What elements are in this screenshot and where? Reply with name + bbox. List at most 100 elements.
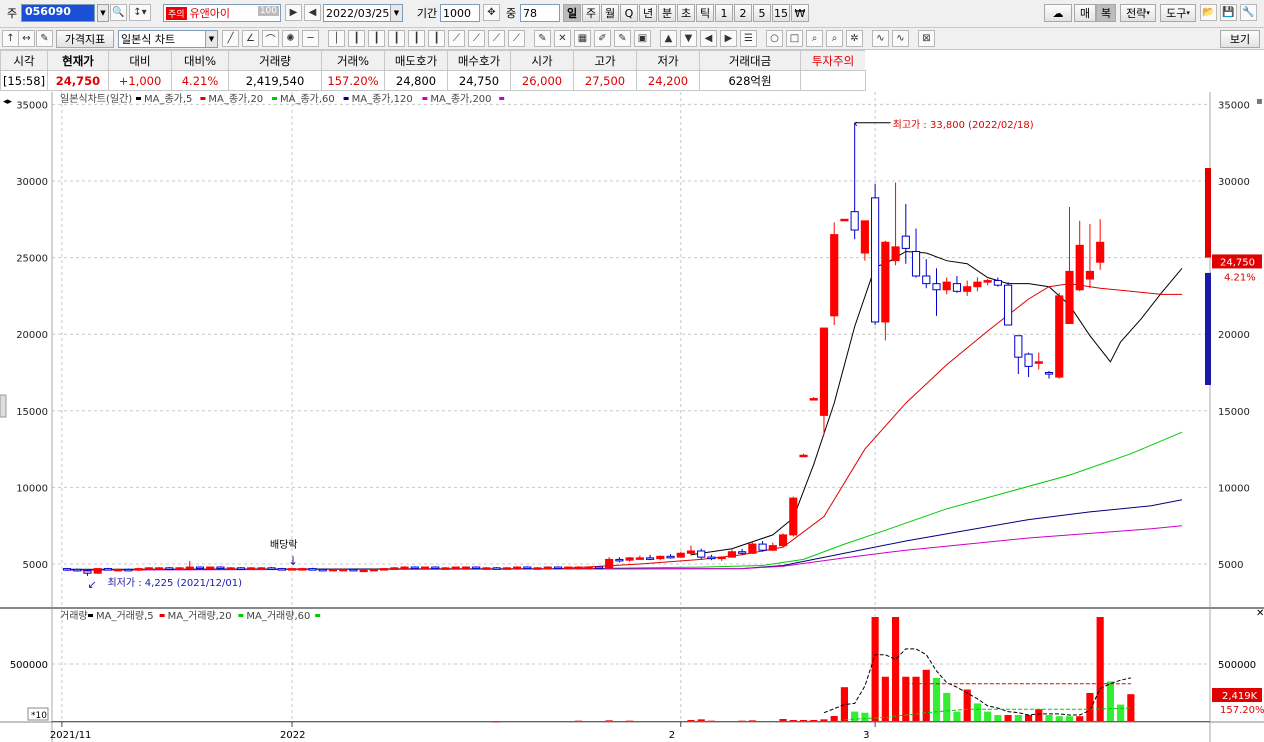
wave2-tool-icon[interactable]: ∿ (892, 30, 909, 47)
volume-bar (891, 617, 900, 722)
edit-icon[interactable]: ✎ (36, 30, 53, 47)
candle (390, 567, 399, 570)
close-volume-pane-icon[interactable]: ✕ (1256, 608, 1264, 619)
period-button-3[interactable]: Q (620, 4, 638, 22)
arrow-up-icon[interactable]: ↑ (2, 30, 19, 47)
candle-body (778, 534, 788, 547)
bars2-tool-icon[interactable]: ┃ (368, 30, 385, 47)
tools-button[interactable]: 도구 ▾ (1160, 4, 1196, 22)
view-button[interactable]: 보기 (1220, 30, 1260, 48)
period-input[interactable]: 1000 (440, 4, 480, 22)
stock-name-field[interactable]: 주의 유앤아이 100 (163, 4, 281, 22)
side-handle[interactable] (0, 394, 7, 418)
rb-bok-button[interactable]: 복 (1096, 4, 1116, 22)
candle (431, 566, 440, 570)
sort-dropdown-icon[interactable]: ↕▾ (129, 4, 151, 21)
period-button-9[interactable]: 2 (734, 4, 752, 22)
quote-value-1: 24,750 (47, 70, 109, 91)
volume-bar (871, 617, 879, 722)
period-button-11[interactable]: 15 (772, 4, 790, 22)
arc-tool-icon[interactable]: ⌒ (262, 30, 279, 47)
bars1-tool-icon[interactable]: ┃ (348, 30, 365, 47)
zoomout-tool-icon[interactable]: ⌕ (826, 30, 843, 47)
candle (451, 566, 460, 570)
pane-menu-icon[interactable]: ▪ (1256, 96, 1263, 107)
warn-badge: 주의 (166, 6, 187, 20)
candle-body (605, 558, 614, 569)
stock-chart[interactable]: 5000 500010000 1000015000 1500020000 2000025… (0, 92, 1264, 742)
bug-tool-icon[interactable]: ✲ (846, 30, 863, 47)
cross-tool-icon[interactable]: ✕ (554, 30, 571, 47)
folder-icon[interactable]: 📂 (1200, 4, 1217, 21)
left-tool-icon[interactable]: ◀ (700, 30, 717, 47)
code-combo[interactable]: 056090 ▼ (21, 4, 113, 22)
date-dropdown-icon[interactable]: ▼ (390, 5, 402, 21)
pencil-tool-icon[interactable]: ✎ (534, 30, 551, 47)
diag4-tool-icon[interactable]: ⟋ (508, 30, 525, 47)
cloud-icon[interactable]: ☁ (1044, 4, 1072, 22)
mark-tool-icon[interactable]: ⊠ (918, 30, 935, 47)
hline-tool-icon[interactable]: ─ (302, 30, 319, 47)
note-tool-icon[interactable]: ✎ (614, 30, 631, 47)
chart-type-select[interactable]: 일본식 차트 ▼ (118, 30, 218, 48)
wave1-tool-icon[interactable]: ∿ (872, 30, 889, 47)
bars4-tool-icon[interactable]: ┃ (408, 30, 425, 47)
angle-tool-icon[interactable]: ∠ (242, 30, 259, 47)
date-field[interactable]: 2022/03/25 ▼ (323, 4, 403, 22)
period-button-8[interactable]: 1 (715, 4, 733, 22)
period-button-5[interactable]: 분 (658, 4, 676, 22)
candle-body (410, 566, 419, 570)
candle (236, 567, 245, 570)
candle (134, 567, 143, 571)
middle-input[interactable]: 78 (520, 4, 560, 22)
candle-body (1085, 270, 1095, 280)
doc-tool-icon[interactable]: ☰ (740, 30, 757, 47)
line-tool-icon[interactable]: ╱ (222, 30, 239, 47)
period-button-2[interactable]: 월 (601, 4, 619, 22)
period-button-10[interactable]: 5 (753, 4, 771, 22)
next-icon[interactable]: ▶ (285, 4, 302, 21)
zoom-tool-icon[interactable]: ⌕ (806, 30, 823, 47)
rb-maemae-button[interactable]: 매 (1074, 4, 1096, 22)
eraser-tool-icon[interactable]: ✐ (594, 30, 611, 47)
arrows-lr-icon[interactable]: ↔ (18, 30, 35, 47)
diag3-tool-icon[interactable]: ⟋ (488, 30, 505, 47)
right-tool-icon[interactable]: ▶ (720, 30, 737, 47)
period-button-4[interactable]: 년 (639, 4, 657, 22)
wrench-icon[interactable]: 🔧 (1240, 4, 1257, 21)
bars5-tool-icon[interactable]: ┃ (428, 30, 445, 47)
period-button-7[interactable]: 틱 (696, 4, 714, 22)
period-button-6[interactable]: 초 (677, 4, 695, 22)
img-tool-icon[interactable]: ▣ (634, 30, 651, 47)
search-icon[interactable]: 🔍 (110, 4, 127, 21)
volume-legend-swatch (238, 614, 244, 617)
diag1-tool-icon[interactable]: ⟋ (448, 30, 465, 47)
price-tick-right: 30000 (1218, 177, 1250, 188)
price-index-button[interactable]: 가격지표 (56, 30, 114, 48)
price-tick-left: 20000 (16, 330, 48, 341)
stock-code-input[interactable]: 056090 (21, 4, 95, 22)
bars3-tool-icon[interactable]: ┃ (388, 30, 405, 47)
candle-body (860, 220, 869, 254)
save-icon[interactable]: 💾 (1220, 4, 1237, 21)
rect-tool-icon[interactable]: □ (786, 30, 803, 47)
period-button-12[interactable]: ₩ (791, 4, 809, 22)
collapse-arrows-icon[interactable]: ◂▸ (3, 97, 13, 107)
volume-bar (1086, 693, 1094, 722)
candle-body (62, 568, 72, 571)
strategy-button[interactable]: 전략 ▾ (1120, 4, 1156, 22)
candle-body (226, 567, 235, 570)
diag2-tool-icon[interactable]: ⟋ (468, 30, 485, 47)
circle-tool-icon[interactable]: ○ (766, 30, 783, 47)
code-dropdown-icon[interactable]: ▼ (97, 4, 109, 22)
prev-icon[interactable]: ◀ (304, 4, 321, 21)
up-tool-icon[interactable]: ▲ (660, 30, 677, 47)
down-tool-icon[interactable]: ▼ (680, 30, 697, 47)
period-button-1[interactable]: 주 (582, 4, 600, 22)
move-icon[interactable]: ✥ (483, 4, 500, 21)
chart-type-dropdown-icon[interactable]: ▼ (205, 31, 217, 47)
vline-tool-icon[interactable]: │ (328, 30, 345, 47)
period-button-0[interactable]: 일 (563, 4, 581, 22)
fill-tool-icon[interactable]: ▦ (574, 30, 591, 47)
fan-tool-icon[interactable]: ✺ (282, 30, 299, 47)
